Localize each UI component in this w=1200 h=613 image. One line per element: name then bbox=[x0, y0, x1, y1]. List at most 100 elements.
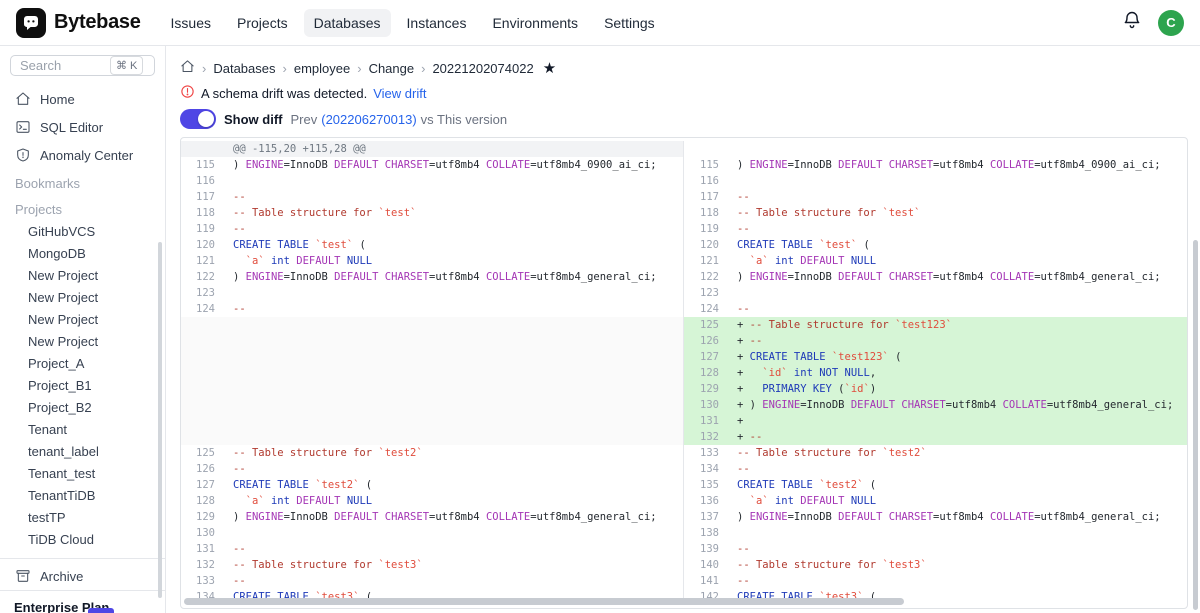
nav-item-issues[interactable]: Issues bbox=[161, 9, 221, 37]
sidebar-scrollbar[interactable] bbox=[158, 242, 162, 598]
sidebar-project-tenanttidb[interactable]: TenantTiDB bbox=[0, 485, 165, 507]
diff-code-right: CREATE TABLE `test2` ( bbox=[729, 477, 1187, 493]
diff-line-number-left: 130 bbox=[181, 525, 225, 541]
search-box[interactable]: ⌘ K bbox=[10, 55, 155, 76]
diff-code-left: -- Table structure for `test2` bbox=[225, 445, 683, 461]
sidebar-project-tenant[interactable]: Tenant bbox=[0, 419, 165, 441]
diff-code-right: `a` int DEFAULT NULL bbox=[729, 493, 1187, 509]
brand-name: Bytebase bbox=[54, 11, 141, 34]
sidebar: ⌘ K HomeSQL EditorAnomaly Center Bookmar… bbox=[0, 46, 166, 613]
diff-code-right: + `id` int NOT NULL, bbox=[729, 365, 1187, 381]
search-input[interactable] bbox=[20, 58, 106, 73]
diff-code-right: -- Table structure for `test2` bbox=[729, 445, 1187, 461]
breadcrumb-item-databases[interactable]: Databases bbox=[213, 61, 275, 76]
bytebase-logo-icon bbox=[16, 8, 46, 38]
page-scrollbar[interactable] bbox=[1193, 240, 1198, 610]
diff-code-right: + ) ENGINE=InnoDB DEFAULT CHARSET=utf8mb… bbox=[729, 397, 1187, 413]
diff-line-number-right: 133 bbox=[683, 445, 729, 461]
bookmark-star-icon[interactable]: ★ bbox=[543, 61, 556, 76]
diff-line-number-right: 124 bbox=[683, 301, 729, 317]
bottom-pill[interactable] bbox=[88, 608, 114, 613]
diff-line-number-left: 115 bbox=[181, 157, 225, 173]
breadcrumb-separator: › bbox=[357, 61, 361, 76]
sidebar-project-mongodb[interactable]: MongoDB bbox=[0, 243, 165, 265]
sidebar-project-tenant-label[interactable]: tenant_label bbox=[0, 441, 165, 463]
diff-code-right: -- Table structure for `test3` bbox=[729, 557, 1187, 573]
diff-code-right: + -- bbox=[729, 333, 1187, 349]
diff-code-left: `a` int DEFAULT NULL bbox=[225, 493, 683, 509]
breadcrumb-item-change[interactable]: Change bbox=[369, 61, 415, 76]
diff-line-number-right: 130 bbox=[683, 397, 729, 413]
diff-line-number-right: 118 bbox=[683, 205, 729, 221]
sidebar-project-project-b2[interactable]: Project_B2 bbox=[0, 397, 165, 419]
sidebar-project-project-a[interactable]: Project_A bbox=[0, 353, 165, 375]
diff-line-number-right: 138 bbox=[683, 525, 729, 541]
sidebar-item-home[interactable]: Home bbox=[0, 85, 165, 113]
breadcrumb-separator: › bbox=[202, 61, 206, 76]
diff-line-number-right: 141 bbox=[683, 573, 729, 589]
prev-version-link[interactable]: (202206270013) bbox=[321, 112, 416, 127]
sidebar-project-project-b1[interactable]: Project_B1 bbox=[0, 375, 165, 397]
diff-viewer: @@ -115,20 +115,28 @@115) ENGINE=InnoDB … bbox=[180, 137, 1188, 609]
diff-line-number-right: 120 bbox=[683, 237, 729, 253]
breadcrumb-item-employee[interactable]: employee bbox=[294, 61, 350, 76]
sidebar-item-sql-editor[interactable]: SQL Editor bbox=[0, 113, 165, 141]
diff-hunk-spacer bbox=[729, 141, 1187, 157]
diff-line-number-left: 128 bbox=[181, 493, 225, 509]
diff-line-number-right: 135 bbox=[683, 477, 729, 493]
diff-code-left bbox=[225, 333, 683, 349]
prev-label: Prev bbox=[291, 112, 318, 127]
diff-line-number-right: 125 bbox=[683, 317, 729, 333]
diff-code-left: ) ENGINE=InnoDB DEFAULT CHARSET=utf8mb4 … bbox=[225, 157, 683, 173]
sidebar-item-anomaly-center[interactable]: Anomaly Center bbox=[0, 141, 165, 169]
diff-line-number-left: 131 bbox=[181, 541, 225, 557]
sidebar-project-githubvcs[interactable]: GitHubVCS bbox=[0, 221, 165, 243]
breadcrumb-item-20221202074022[interactable]: 20221202074022 bbox=[432, 61, 533, 76]
home-icon[interactable] bbox=[180, 59, 195, 77]
sidebar-project-new-project[interactable]: New Project bbox=[0, 265, 165, 287]
diff-hunk-spacer bbox=[683, 141, 729, 157]
diff-line-number-left bbox=[181, 365, 225, 381]
nav-item-projects[interactable]: Projects bbox=[227, 9, 298, 37]
diff-code-right: CREATE TABLE `test` ( bbox=[729, 237, 1187, 253]
show-diff-toggle[interactable] bbox=[180, 109, 216, 129]
diff-code-right: + CREATE TABLE `test123` ( bbox=[729, 349, 1187, 365]
diff-line-number-right: 127 bbox=[683, 349, 729, 365]
diff-code-left: -- bbox=[225, 461, 683, 477]
nav-item-databases[interactable]: Databases bbox=[304, 9, 391, 37]
sidebar-project-new-project[interactable]: New Project bbox=[0, 287, 165, 309]
sidebar-nav: HomeSQL EditorAnomaly Center bbox=[0, 85, 165, 169]
sidebar-item-archive[interactable]: Archive bbox=[0, 562, 165, 590]
diff-code-left bbox=[225, 349, 683, 365]
sidebar-project-new-project[interactable]: New Project bbox=[0, 309, 165, 331]
diff-code-left bbox=[225, 525, 683, 541]
diff-code-right: + -- bbox=[729, 429, 1187, 445]
diff-line-number-left: 132 bbox=[181, 557, 225, 573]
view-drift-link[interactable]: View drift bbox=[373, 86, 426, 101]
archive-icon bbox=[15, 568, 31, 584]
diff-code-left bbox=[225, 365, 683, 381]
diff-line-number-left bbox=[181, 349, 225, 365]
nav-item-environments[interactable]: Environments bbox=[482, 9, 588, 37]
sidebar-project-tenant-test[interactable]: Tenant_test bbox=[0, 463, 165, 485]
sidebar-project-tidb-cloud[interactable]: TiDB Cloud bbox=[0, 529, 165, 551]
diff-line-number-right: 132 bbox=[683, 429, 729, 445]
user-avatar[interactable]: C bbox=[1158, 10, 1184, 36]
breadcrumb-separator: › bbox=[421, 61, 425, 76]
diff-code-left bbox=[225, 285, 683, 301]
diff-line-number-left: 123 bbox=[181, 285, 225, 301]
terminal-icon bbox=[15, 119, 31, 135]
nav-item-settings[interactable]: Settings bbox=[594, 9, 665, 37]
diff-horizontal-scrollbar[interactable] bbox=[184, 598, 904, 605]
notification-bell-icon[interactable] bbox=[1122, 10, 1142, 35]
diff-line-number-left bbox=[181, 381, 225, 397]
sidebar-project-new-project[interactable]: New Project bbox=[0, 331, 165, 353]
show-diff-label: Show diff bbox=[224, 112, 283, 127]
bytebase-logo[interactable]: Bytebase bbox=[16, 8, 141, 38]
top-navbar: Bytebase IssuesProjectsDatabasesInstance… bbox=[0, 0, 1200, 46]
diff-code-right: `a` int DEFAULT NULL bbox=[729, 253, 1187, 269]
diff-line-number-left: 126 bbox=[181, 461, 225, 477]
sidebar-project-testtp[interactable]: testTP bbox=[0, 507, 165, 529]
nav-item-instances[interactable]: Instances bbox=[397, 9, 477, 37]
diff-toolbar: Show diff Prev (202206270013) vs This ve… bbox=[180, 109, 1188, 129]
